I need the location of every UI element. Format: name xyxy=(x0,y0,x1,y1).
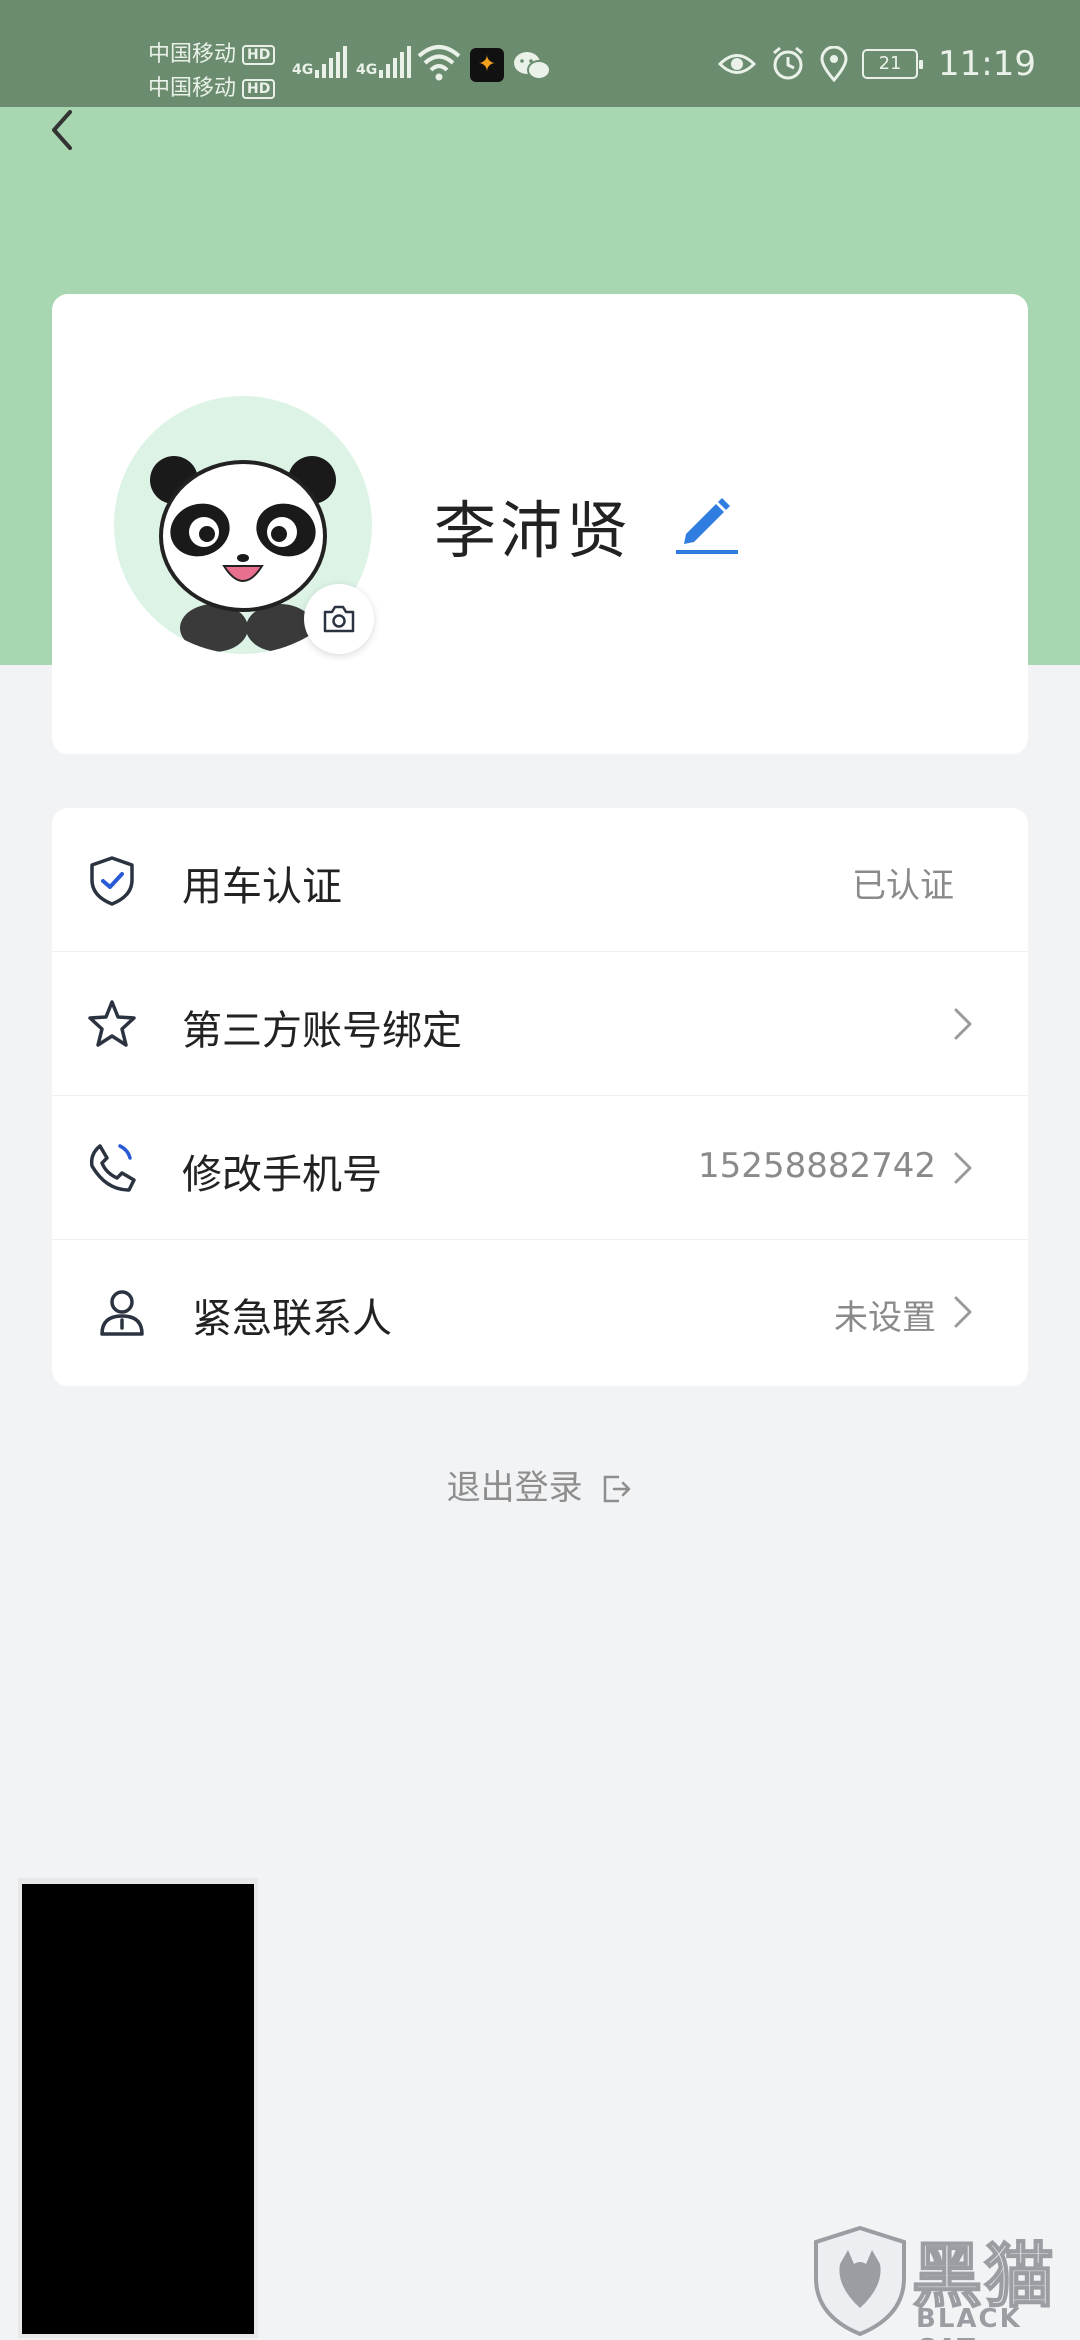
emergency-contact-status: 未设置 xyxy=(834,1298,936,1338)
menu-item-change-phone[interactable]: 修改手机号 15258882742 xyxy=(52,1096,1028,1240)
logout-icon xyxy=(604,1475,631,1503)
status-icons-right: 21 11:19 xyxy=(718,44,1036,84)
phone-icon xyxy=(89,1144,136,1192)
watermark: 黑猫 BLACK CAT xyxy=(800,2220,1080,2340)
chevron-right-icon xyxy=(954,1152,972,1184)
certification-status: 已认证 xyxy=(852,866,954,906)
change-avatar-button[interactable] xyxy=(304,584,374,654)
profile-card: 李沛贤 xyxy=(52,294,1028,754)
hd-badge: HD xyxy=(242,79,276,99)
watermark-en: BLACK CAT xyxy=(916,2304,1022,2340)
app-notification-icon: ✦ xyxy=(470,48,504,82)
back-button[interactable] xyxy=(40,100,90,160)
menu-item-emergency-contact[interactable]: 紧急联系人 未设置 xyxy=(52,1240,1028,1384)
logout-button[interactable]: 退出登录 xyxy=(0,1460,1080,1509)
hd-badge: HD xyxy=(242,45,276,65)
chevron-right-icon xyxy=(954,1296,972,1328)
camera-icon xyxy=(323,605,355,633)
floating-window-content xyxy=(22,1884,254,2334)
menu-item-label: 第三方账号绑定 xyxy=(182,1008,462,1054)
signal-1-icon: 4G xyxy=(292,44,348,78)
wifi-icon xyxy=(417,45,461,81)
wechat-icon xyxy=(514,52,551,80)
star-icon xyxy=(88,1000,136,1047)
floating-video-window[interactable] xyxy=(18,1878,258,2338)
phone-number: 15258882742 xyxy=(698,1146,936,1186)
menu-item-label: 用车认证 xyxy=(182,864,342,910)
clock: 11:19 xyxy=(938,44,1036,84)
menu-item-label: 修改手机号 xyxy=(182,1152,382,1198)
battery-indicator: 21 xyxy=(862,49,924,79)
eye-icon xyxy=(718,54,757,74)
black-cat-logo-icon xyxy=(814,2225,906,2337)
menu-item-third-party-binding[interactable]: 第三方账号绑定 xyxy=(52,952,1028,1096)
shield-check-icon xyxy=(90,856,134,906)
carrier-1: 中国移动 HD xyxy=(148,36,276,68)
pencil-edit-icon[interactable] xyxy=(672,490,738,556)
menu-item-vehicle-certification[interactable]: 用车认证 已认证 xyxy=(52,808,1028,952)
chevron-right-icon xyxy=(954,1008,972,1040)
location-icon xyxy=(820,46,848,82)
user-name: 李沛贤 xyxy=(434,494,633,567)
menu-item-label: 紧急联系人 xyxy=(192,1296,392,1342)
person-icon xyxy=(100,1290,144,1336)
status-bar: 中国移动 HD 中国移动 HD 4G 4G ✦ 21 11:19 xyxy=(0,0,1080,107)
carrier-2: 中国移动 HD xyxy=(148,70,276,102)
signal-2-icon: 4G xyxy=(356,44,412,78)
logout-label: 退出登录 xyxy=(446,1468,583,1508)
alarm-icon xyxy=(773,46,803,80)
settings-menu: 用车认证 已认证 第三方账号绑定 修改手机号 15258882742 紧急联系人… xyxy=(52,808,1028,1386)
